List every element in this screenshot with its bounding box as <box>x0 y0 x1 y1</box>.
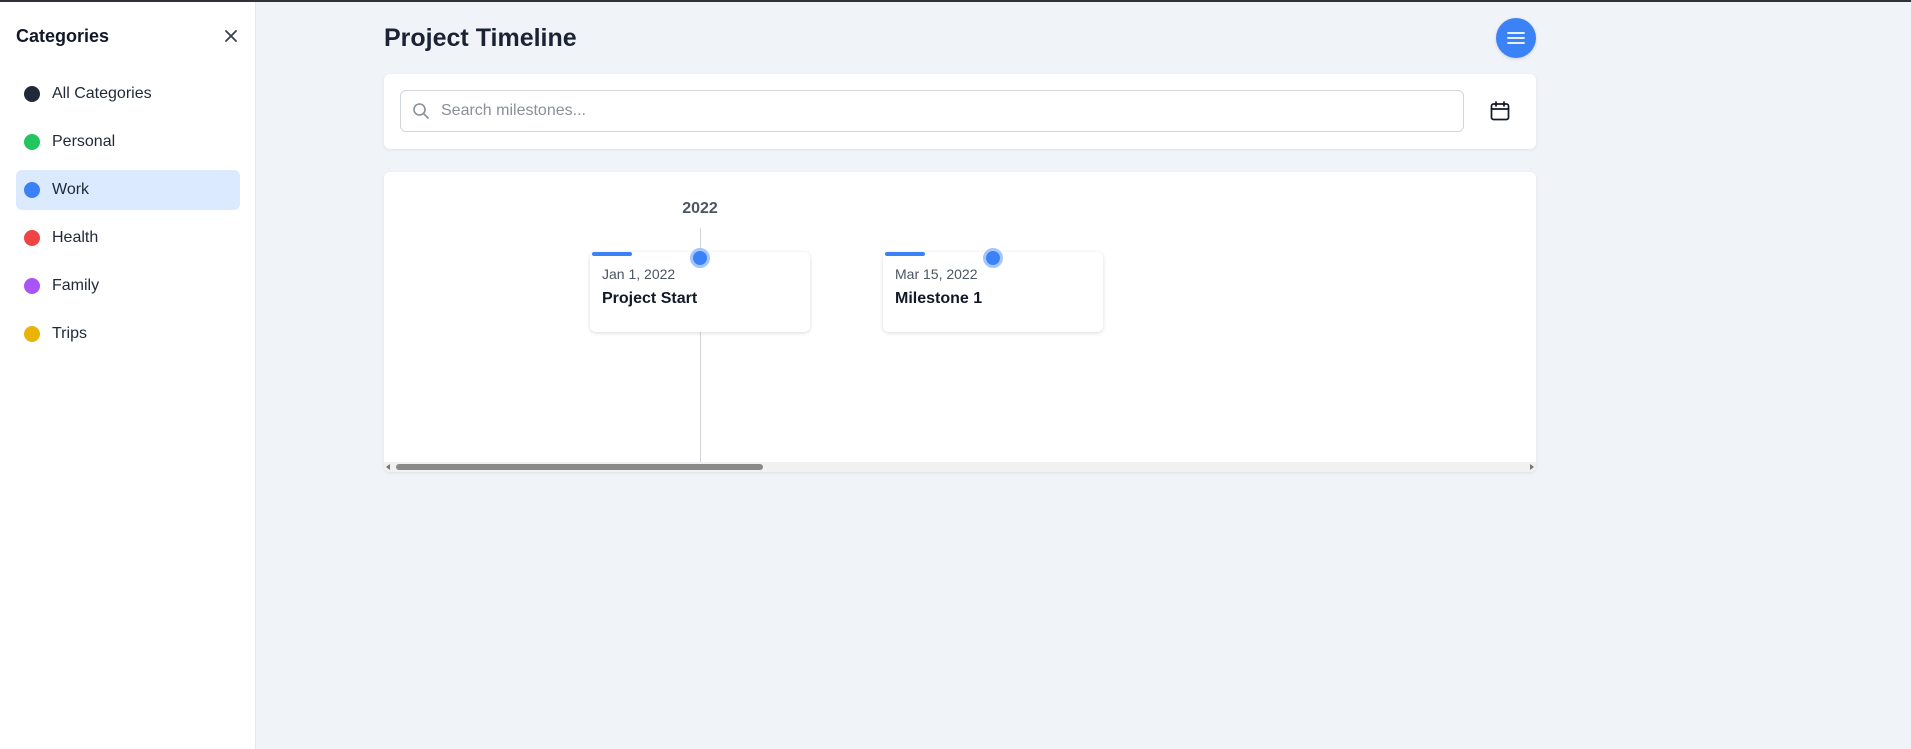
calendar-button[interactable] <box>1484 95 1516 127</box>
milestone-date: Jan 1, 2022 <box>602 266 676 282</box>
category-dot-icon <box>24 230 40 246</box>
milestone-title: Project Start <box>602 290 698 307</box>
category-dot-icon <box>24 134 40 150</box>
scrollbar-thumb[interactable] <box>396 464 763 470</box>
milestone-date: Mar 15, 2022 <box>895 266 978 282</box>
category-dot-icon <box>24 326 40 342</box>
category-dot-icon <box>24 278 40 294</box>
category-dot-icon <box>24 182 40 198</box>
category-item-family[interactable]: Family <box>16 266 240 306</box>
category-item-work[interactable]: Work <box>16 170 240 210</box>
sidebar-title: Categories <box>16 26 110 46</box>
category-dot-icon <box>24 86 40 102</box>
scroll-left-arrow-icon[interactable] <box>386 464 390 470</box>
sidebar-header: Categories <box>16 24 241 48</box>
page-title: Project Timeline <box>384 24 577 52</box>
search-panel <box>384 74 1536 149</box>
categories-sidebar: Categories All Categories Personal Work … <box>0 2 256 749</box>
close-sidebar-button[interactable] <box>221 26 241 46</box>
category-list: All Categories Personal Work Health Fami… <box>16 74 240 362</box>
category-label: Trips <box>52 325 87 342</box>
category-item-personal[interactable]: Personal <box>16 122 240 162</box>
close-icon <box>225 30 237 42</box>
menu-button[interactable] <box>1496 18 1536 58</box>
category-item-all[interactable]: All Categories <box>16 74 240 114</box>
search-icon <box>401 102 441 120</box>
horizontal-scrollbar[interactable] <box>384 462 1536 472</box>
year-label: 2022 <box>682 200 718 217</box>
category-label: Work <box>52 181 90 198</box>
milestone-color-bar <box>885 252 925 256</box>
category-label: All Categories <box>52 85 152 102</box>
milestone-color-bar <box>592 252 632 256</box>
calendar-icon <box>1490 101 1510 121</box>
search-input[interactable] <box>441 102 1463 120</box>
milestone-title: Milestone 1 <box>895 290 983 307</box>
timeline-panel: 2022 Jan 1, 2022 Project Start Mar 15, 2… <box>384 172 1536 472</box>
category-label: Personal <box>52 133 116 150</box>
category-item-health[interactable]: Health <box>16 218 240 258</box>
category-item-trips[interactable]: Trips <box>16 314 240 354</box>
category-label: Family <box>52 277 100 294</box>
milestone-marker[interactable] <box>983 248 1003 268</box>
category-label: Health <box>52 229 99 246</box>
scroll-right-arrow-icon[interactable] <box>1530 464 1534 470</box>
hamburger-menu-icon <box>1507 32 1525 44</box>
window-top-border <box>0 0 1911 2</box>
milestone-marker[interactable] <box>690 248 710 268</box>
search-box <box>400 90 1464 132</box>
